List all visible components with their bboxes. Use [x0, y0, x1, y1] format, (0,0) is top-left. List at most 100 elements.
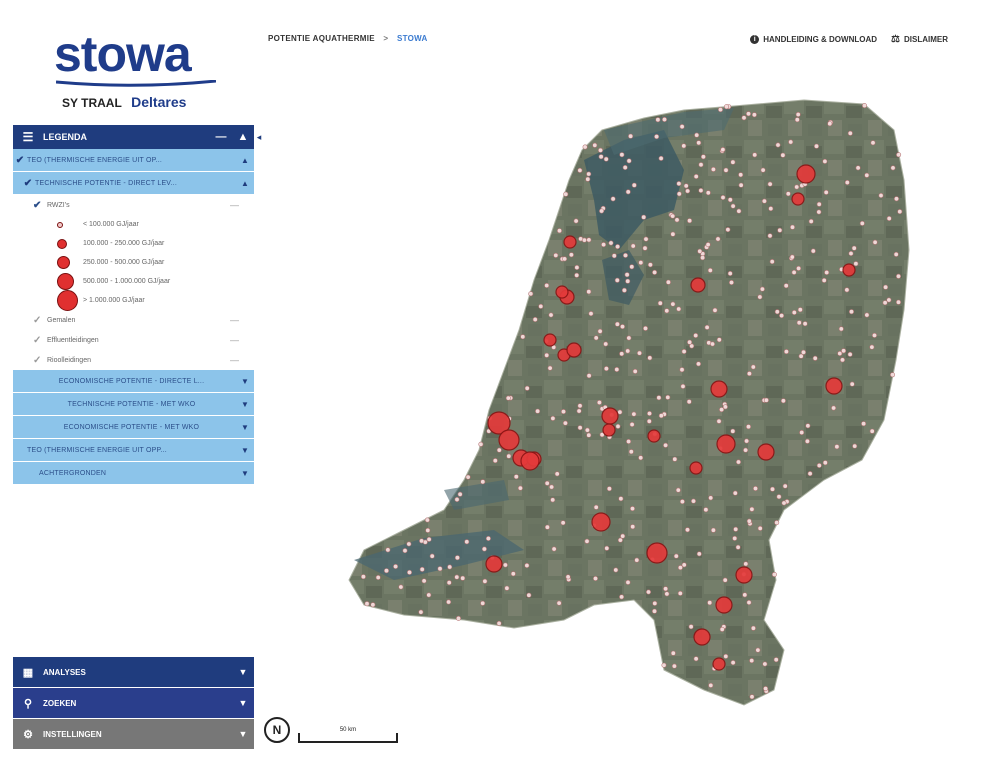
rwzi-marker-small[interactable] [752, 485, 758, 491]
rwzi-marker-small[interactable] [643, 236, 649, 242]
rwzi-marker-small[interactable] [684, 527, 690, 533]
rwzi-marker-small[interactable] [393, 563, 399, 569]
rwzi-marker-small[interactable] [897, 209, 903, 215]
rwzi-marker-small[interactable] [673, 553, 679, 559]
rwzi-marker-small[interactable] [630, 524, 636, 530]
rwzi-marker-small[interactable] [855, 165, 861, 171]
rwzi-marker-small[interactable] [636, 350, 642, 356]
rwzi-marker-small[interactable] [492, 458, 498, 464]
rwzi-marker-small[interactable] [670, 231, 676, 237]
rwzi-marker-small[interactable] [664, 308, 670, 314]
rwzi-marker-small[interactable] [664, 591, 670, 597]
rwzi-marker-small[interactable] [606, 486, 612, 492]
rwzi-marker-small[interactable] [629, 421, 635, 427]
rwzi-marker-small[interactable] [824, 270, 830, 276]
rwzi-marker-small[interactable] [585, 176, 591, 182]
rwzi-marker-small[interactable] [619, 324, 625, 330]
tool-analyses[interactable]: ▦ ANALYSES ▼ [13, 657, 254, 688]
rwzi-marker-small[interactable] [736, 208, 742, 214]
rwzi-marker-small[interactable] [732, 535, 738, 541]
rwzi-marker-small[interactable] [406, 541, 412, 547]
rwzi-marker-large[interactable] [796, 164, 816, 184]
rwzi-marker-large[interactable] [601, 407, 619, 425]
rwzi-marker-small[interactable] [763, 686, 769, 692]
rwzi-marker-small[interactable] [839, 357, 845, 363]
minimize-button[interactable]: — [210, 131, 232, 143]
rwzi-marker-small[interactable] [785, 191, 791, 197]
rwzi-marker-small[interactable] [759, 286, 765, 292]
tool-zoeken[interactable]: ⚲ ZOEKEN ▼ [13, 688, 254, 719]
rwzi-marker-small[interactable] [767, 181, 773, 187]
rwzi-marker-small[interactable] [861, 421, 867, 427]
rwzi-marker-small[interactable] [658, 155, 664, 161]
rwzi-marker-small[interactable] [676, 191, 682, 197]
rwzi-marker-small[interactable] [886, 297, 892, 303]
rwzi-marker-small[interactable] [625, 189, 631, 195]
legend-group-technische-wko[interactable]: TECHNISCHE POTENTIE - MET WKO ▼ [13, 393, 254, 416]
rwzi-marker-small[interactable] [694, 132, 700, 138]
rwzi-marker-small[interactable] [437, 566, 443, 572]
rwzi-marker-small[interactable] [628, 133, 634, 139]
rwzi-marker-small[interactable] [652, 600, 658, 606]
rwzi-marker-small[interactable] [586, 237, 592, 243]
rwzi-marker-small[interactable] [528, 291, 534, 297]
rwzi-marker-small[interactable] [776, 494, 782, 500]
layer-rwzi[interactable]: ✔ RWZI's — [13, 195, 254, 215]
rwzi-marker-small[interactable] [632, 368, 638, 374]
rwzi-marker-small[interactable] [615, 423, 621, 429]
rwzi-marker-small[interactable] [750, 364, 756, 370]
rwzi-marker-small[interactable] [697, 248, 703, 254]
rwzi-marker-small[interactable] [638, 455, 644, 461]
rwzi-marker-small[interactable] [704, 324, 710, 330]
rwzi-marker-small[interactable] [889, 372, 895, 378]
rwzi-marker-small[interactable] [619, 152, 625, 158]
stowa-logo[interactable]: stowa SY TRAAL Deltares [50, 28, 230, 123]
rwzi-marker-large[interactable] [689, 461, 703, 475]
rwzi-marker-small[interactable] [823, 189, 829, 195]
rwzi-marker-small[interactable] [821, 277, 827, 283]
rwzi-marker-small[interactable] [762, 661, 768, 667]
rwzi-marker-small[interactable] [746, 371, 752, 377]
rwzi-marker-small[interactable] [426, 536, 432, 542]
panel-collapse-tab[interactable]: ◂ [254, 125, 264, 149]
rwzi-marker-small[interactable] [385, 547, 391, 553]
rwzi-marker-small[interactable] [630, 243, 636, 249]
rwzi-marker-small[interactable] [794, 117, 800, 123]
collapse-up-button[interactable]: ▲ [232, 131, 254, 143]
rwzi-marker-small[interactable] [562, 256, 568, 262]
rwzi-marker-small[interactable] [524, 562, 530, 568]
rwzi-marker-small[interactable] [844, 180, 850, 186]
rwzi-marker-small[interactable] [780, 152, 786, 158]
rwzi-marker-small[interactable] [719, 407, 725, 413]
rwzi-marker-small[interactable] [419, 566, 425, 572]
rwzi-marker-small[interactable] [807, 471, 813, 477]
north-compass-icon[interactable]: N [264, 717, 290, 743]
rwzi-marker-small[interactable] [573, 218, 579, 224]
menu-icon[interactable]: ☰ [13, 130, 43, 144]
rwzi-marker-small[interactable] [796, 265, 802, 271]
rwzi-marker-small[interactable] [741, 115, 747, 121]
rwzi-marker-small[interactable] [629, 264, 635, 270]
rwzi-marker-small[interactable] [882, 300, 888, 306]
rwzi-marker-small[interactable] [550, 415, 556, 421]
legend-group-technische[interactable]: ✔ TECHNISCHE POTENTIE - DIRECT LEV... ▲ [13, 172, 254, 195]
rwzi-marker-small[interactable] [746, 599, 752, 605]
disclaimer-link[interactable]: ⚖ DISLAIMER [891, 34, 948, 45]
rwzi-marker-small[interactable] [735, 544, 741, 550]
rwzi-marker-small[interactable] [554, 471, 560, 477]
rwzi-marker-large[interactable] [555, 285, 569, 299]
rwzi-marker-small[interactable] [556, 600, 562, 606]
rwzi-marker-small[interactable] [693, 174, 699, 180]
rwzi-marker-small[interactable] [618, 496, 624, 502]
rwzi-marker-small[interactable] [838, 326, 844, 332]
rwzi-marker-small[interactable] [722, 404, 728, 410]
rwzi-marker-small[interactable] [402, 548, 408, 554]
rwzi-marker-small[interactable] [708, 495, 714, 501]
rwzi-marker-large[interactable] [693, 628, 711, 646]
legend-group-economische-wko[interactable]: ECONOMISCHE POTENTIE - MET WKO ▼ [13, 416, 254, 439]
rwzi-marker-small[interactable] [544, 352, 550, 358]
rwzi-marker-small[interactable] [621, 287, 627, 293]
rwzi-marker-small[interactable] [746, 518, 752, 524]
rwzi-marker-small[interactable] [421, 578, 427, 584]
rwzi-marker-small[interactable] [677, 565, 683, 571]
